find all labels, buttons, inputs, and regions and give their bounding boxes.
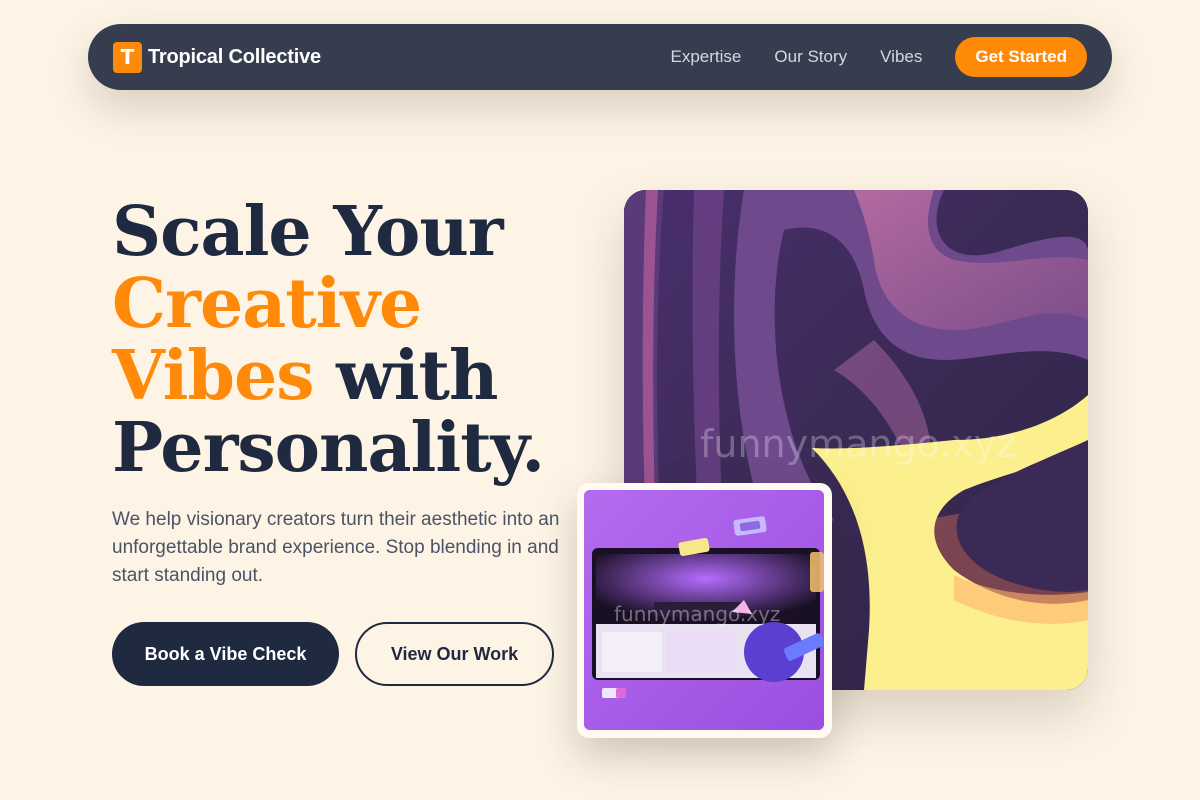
top-navigation: T Tropical Collective Expertise Our Stor…: [88, 24, 1112, 90]
nav-links: Expertise Our Story Vibes Get Started: [671, 37, 1087, 77]
headline-line-4: Personality.: [112, 408, 545, 488]
get-started-button[interactable]: Get Started: [955, 37, 1087, 77]
hero-headline: Scale Your Creative Vibes with Personali…: [112, 196, 592, 484]
nav-link-vibes[interactable]: Vibes: [880, 47, 922, 67]
brand-link[interactable]: T Tropical Collective: [113, 41, 321, 73]
view-our-work-button[interactable]: View Our Work: [355, 622, 554, 686]
design-preview-image: funnymango.xyz: [584, 490, 824, 730]
book-vibe-check-button[interactable]: Book a Vibe Check: [112, 622, 339, 686]
headline-accent-creative: Creative: [112, 264, 422, 344]
nav-link-expertise[interactable]: Expertise: [671, 47, 742, 67]
nav-link-our-story[interactable]: Our Story: [774, 47, 847, 67]
headline-with: with: [313, 336, 498, 416]
design-mockup-illustration: [584, 490, 824, 730]
headline-accent-vibes: Vibes: [112, 336, 314, 416]
hero-secondary-card: funnymango.xyz: [577, 483, 832, 738]
brand-logo-icon: T: [113, 41, 142, 73]
hero-subtext: We help visionary creators turn their ae…: [112, 509, 560, 586]
headline-line-1: Scale Your: [112, 192, 504, 272]
brand-name: Tropical Collective: [148, 45, 321, 68]
